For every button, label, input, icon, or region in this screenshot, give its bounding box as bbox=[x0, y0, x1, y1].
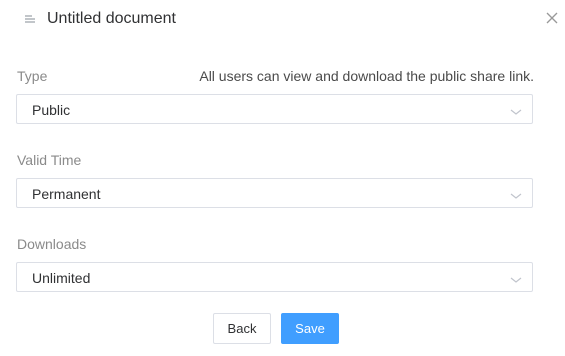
chevron-down-icon bbox=[510, 272, 522, 283]
close-icon[interactable] bbox=[545, 11, 559, 25]
dialog-header: Untitled document bbox=[22, 7, 176, 31]
valid-time-select[interactable]: Permanent bbox=[16, 178, 533, 208]
save-button[interactable]: Save bbox=[281, 313, 339, 344]
type-hint: All users can view and download the publ… bbox=[199, 68, 534, 84]
type-select-value: Public bbox=[32, 102, 71, 118]
downloads-select-value: Unlimited bbox=[32, 270, 91, 286]
type-label: Type bbox=[17, 68, 48, 84]
downloads-label: Downloads bbox=[17, 236, 87, 252]
dialog-title: Untitled document bbox=[47, 10, 176, 27]
type-select[interactable]: Public bbox=[16, 94, 533, 124]
document-icon bbox=[22, 9, 38, 29]
valid-time-label: Valid Time bbox=[17, 152, 82, 168]
downloads-select[interactable]: Unlimited bbox=[16, 262, 533, 292]
valid-time-select-value: Permanent bbox=[32, 186, 101, 202]
back-button[interactable]: Back bbox=[213, 313, 271, 344]
share-dialog: Untitled document Type All users can vie… bbox=[0, 0, 565, 356]
chevron-down-icon bbox=[510, 104, 522, 115]
chevron-down-icon bbox=[510, 188, 522, 199]
